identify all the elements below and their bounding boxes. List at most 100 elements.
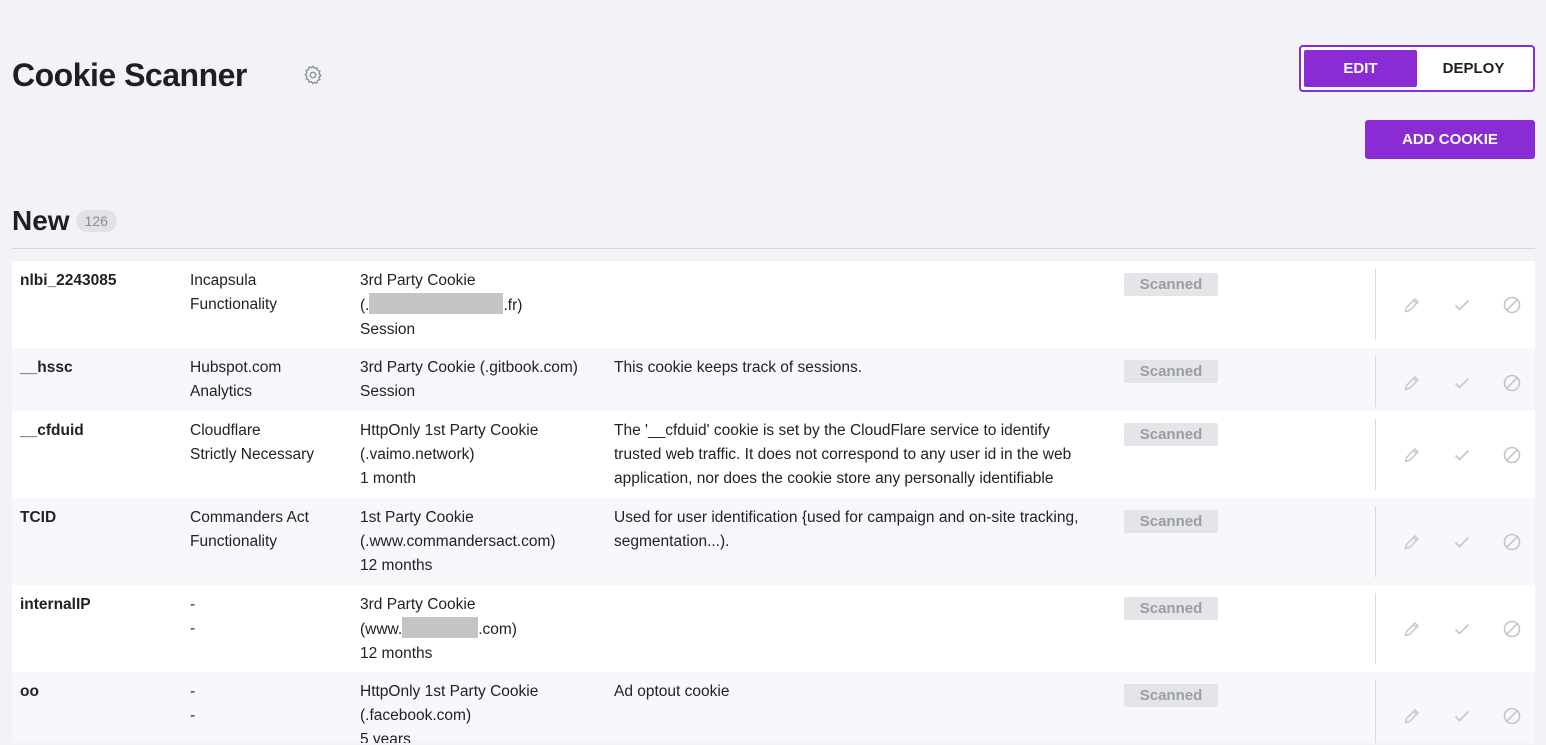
cookie-name: nlbi_2243085	[20, 272, 117, 289]
cookie-type-label: 3rd Party Cookie	[360, 596, 476, 613]
status-badge: Scanned	[1124, 510, 1218, 533]
block-icon[interactable]	[1502, 445, 1522, 465]
pencil-icon[interactable]	[1402, 373, 1422, 393]
cookie-provider: Hubspot.com Analytics	[190, 356, 281, 404]
cookie-provider: Cloudflare Strictly Necessary	[190, 419, 314, 467]
status-badge: Scanned	[1124, 273, 1218, 296]
pencil-icon[interactable]	[1402, 532, 1422, 552]
gear-icon[interactable]	[302, 64, 324, 86]
cookie-duration: 12 months	[360, 645, 433, 662]
cookie-domain: (.vaimo.network)	[360, 446, 475, 463]
check-icon[interactable]	[1452, 706, 1472, 726]
row-actions	[1402, 619, 1532, 639]
cookie-table: nlbi_2243085 Incapsula Functionality 3rd…	[12, 261, 1535, 743]
cookie-type: 3rd Party Cookie (. .fr) Session	[360, 269, 522, 342]
count-badge: 126	[75, 210, 117, 232]
row-actions	[1402, 295, 1532, 315]
row-actions	[1402, 445, 1532, 465]
table-row[interactable]: internalIP - - 3rd Party Cookie (www. .co…	[12, 585, 1535, 672]
section-divider	[12, 248, 1535, 249]
redacted-block	[369, 293, 504, 314]
provider-category: -	[190, 620, 196, 637]
description-text: trusted web traffic. It does not corresp…	[614, 446, 1072, 463]
pencil-icon[interactable]	[1402, 619, 1422, 639]
table-row[interactable]: __cfduid Cloudflare Strictly Necessary H…	[12, 411, 1535, 498]
check-icon[interactable]	[1452, 532, 1472, 552]
cookie-duration: 12 months	[360, 557, 433, 574]
section-title: New	[12, 205, 70, 236]
description-text: This cookie keeps track of sessions.	[614, 359, 863, 376]
cookie-provider: Commanders Act Functionality	[190, 506, 309, 554]
table-row[interactable]: oo - - HttpOnly 1st Party Cookie (.faceb…	[12, 672, 1535, 743]
description-text: Used for user identification {used for c…	[614, 509, 1079, 526]
provider-name: Hubspot.com	[190, 359, 282, 376]
cookie-duration: Session	[360, 383, 416, 400]
cookie-type-label: HttpOnly 1st Party Cookie	[360, 422, 539, 439]
provider-name: Cloudflare	[190, 422, 261, 439]
provider-category: Functionality	[190, 533, 278, 550]
cookie-duration: 5 years	[360, 731, 411, 743]
cookie-description: The '__cfduid' cookie is set by the Clou…	[614, 419, 1104, 491]
cookie-type-label: 3rd Party Cookie	[360, 272, 476, 289]
table-row[interactable]: nlbi_2243085 Incapsula Functionality 3rd…	[12, 261, 1535, 348]
check-icon[interactable]	[1452, 373, 1472, 393]
cookie-name: TCID	[20, 509, 57, 526]
provider-name: -	[190, 596, 196, 613]
provider-name: Incapsula	[190, 272, 257, 289]
cookie-domain-prefix: (www.	[360, 621, 403, 638]
cookie-duration: 1 month	[360, 470, 417, 487]
provider-name: -	[190, 683, 196, 700]
cookie-duration: Session	[360, 321, 416, 338]
status-badge: Scanned	[1124, 360, 1218, 383]
table-row[interactable]: __hssc Hubspot.com Analytics 3rd Party C…	[12, 348, 1535, 411]
cookie-type-label: HttpOnly 1st Party Cookie	[360, 683, 539, 700]
cookie-type-label: 1st Party Cookie	[360, 509, 474, 526]
status-badge: Scanned	[1124, 423, 1218, 446]
table-row[interactable]: TCID Commanders Act Functionality 1st Pa…	[12, 498, 1535, 585]
add-cookie-button[interactable]: ADD COOKIE	[1365, 120, 1535, 159]
cookie-domain: (.www.commandersact.com)	[360, 533, 556, 550]
row-actions	[1402, 532, 1532, 552]
cookie-type: HttpOnly 1st Party Cookie (.facebook.com…	[360, 680, 538, 743]
provider-category: Functionality	[190, 296, 278, 313]
cookie-scanner-page: Cookie Scanner EDIT DEPLOY ADD COOKIE Ne…	[0, 0, 1546, 745]
cookie-domain: (www. .com)	[360, 617, 517, 642]
cookie-type-label: 3rd Party Cookie (.gitbook.com)	[360, 359, 578, 376]
check-icon[interactable]	[1452, 295, 1472, 315]
column-divider	[1375, 680, 1376, 743]
mode-toggle: EDIT DEPLOY	[1299, 45, 1535, 92]
column-divider	[1375, 593, 1376, 664]
pencil-icon[interactable]	[1402, 706, 1422, 726]
cookie-type: 3rd Party Cookie (.gitbook.com) Session	[360, 356, 578, 404]
block-icon[interactable]	[1502, 295, 1522, 315]
pencil-icon[interactable]	[1402, 445, 1422, 465]
check-icon[interactable]	[1452, 445, 1472, 465]
column-divider	[1375, 506, 1376, 577]
block-icon[interactable]	[1502, 619, 1522, 639]
description-text: application, nor does the cookie store a…	[614, 470, 1054, 487]
block-icon[interactable]	[1502, 373, 1522, 393]
block-icon[interactable]	[1502, 532, 1522, 552]
row-actions	[1402, 706, 1532, 726]
cookie-name: oo	[20, 683, 39, 700]
cookie-domain-suffix: .com)	[478, 621, 517, 638]
column-divider	[1375, 419, 1376, 490]
section-header: New 126	[12, 203, 117, 239]
cookie-provider: Incapsula Functionality	[190, 269, 277, 317]
description-text: Ad optout cookie	[614, 683, 730, 700]
status-badge: Scanned	[1124, 684, 1218, 707]
cookie-description: Used for user identification {used for c…	[614, 506, 1104, 554]
block-icon[interactable]	[1502, 706, 1522, 726]
edit-mode-button[interactable]: EDIT	[1304, 50, 1417, 87]
cookie-domain: (. .fr)	[360, 293, 522, 318]
provider-category: Analytics	[190, 383, 253, 400]
check-icon[interactable]	[1452, 619, 1472, 639]
provider-name: Commanders Act	[190, 509, 309, 526]
cookie-name: __cfduid	[20, 422, 84, 439]
deploy-mode-button[interactable]: DEPLOY	[1417, 50, 1530, 87]
redacted-block	[402, 617, 479, 638]
column-divider	[1375, 356, 1376, 407]
pencil-icon[interactable]	[1402, 295, 1422, 315]
cookie-domain-suffix: .fr)	[503, 297, 523, 314]
cookie-description: This cookie keeps track of sessions.	[614, 356, 1104, 380]
